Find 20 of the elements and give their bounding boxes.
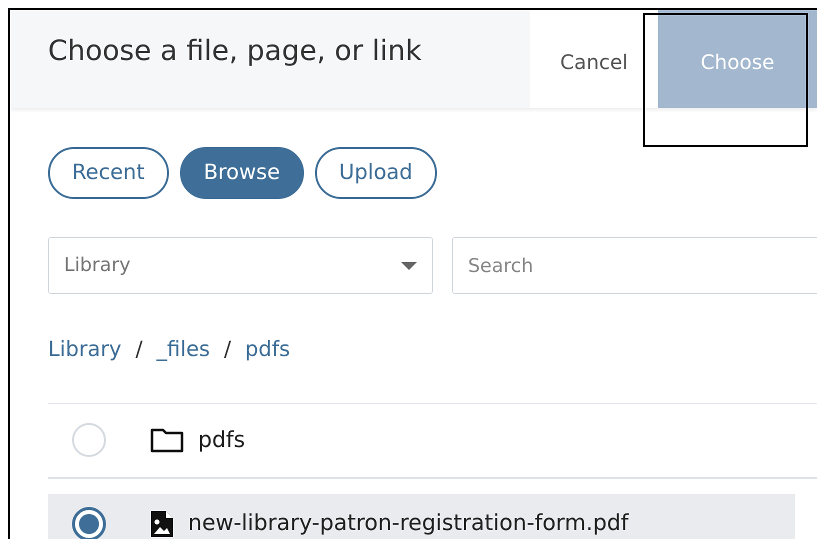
- cancel-button[interactable]: Cancel: [530, 10, 658, 108]
- folder-icon: [150, 427, 184, 453]
- breadcrumb-link[interactable]: Library: [48, 334, 122, 366]
- library-dropdown[interactable]: Library: [48, 237, 433, 294]
- item-name: new-library-patron-registration-form.pdf: [188, 510, 629, 538]
- search-field[interactable]: Search: [452, 237, 817, 294]
- tab[interactable]: Recent: [48, 147, 169, 199]
- item-name: pdfs: [198, 426, 246, 454]
- breadcrumb-link[interactable]: _files: [156, 334, 210, 366]
- image-file-icon: [150, 510, 174, 538]
- caret-icon: [401, 262, 417, 270]
- tab[interactable]: Browse: [180, 147, 304, 199]
- breadcrumb-link[interactable]: pdfs: [245, 334, 290, 366]
- dialog-title: Choose a file, page, or link: [47, 33, 423, 69]
- radio-button[interactable]: [72, 506, 106, 539]
- tab[interactable]: Upload: [315, 147, 437, 199]
- breadcrumb-separator: /: [135, 336, 143, 363]
- file-row[interactable]: new-library-patron-registration-form.pdf: [48, 494, 795, 539]
- file-row[interactable]: pdfs: [48, 404, 817, 478]
- breadcrumb-separator: /: [224, 336, 232, 363]
